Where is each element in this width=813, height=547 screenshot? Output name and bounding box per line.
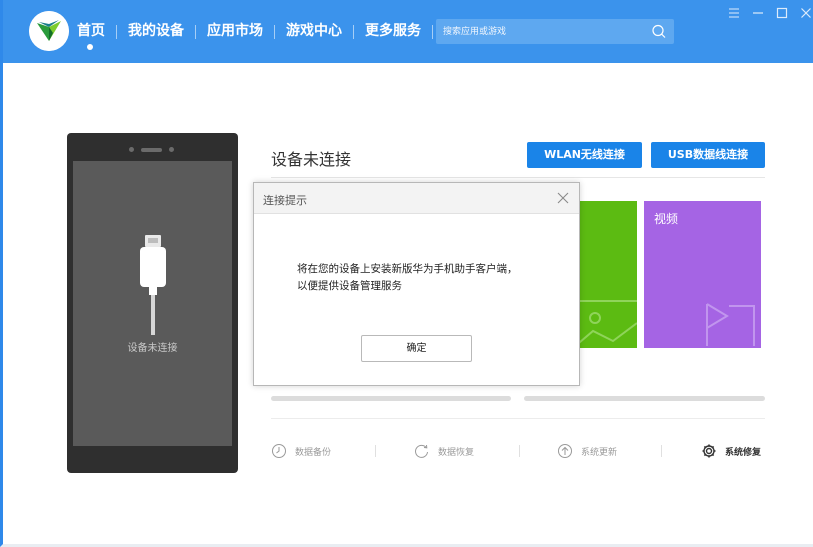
dialog-message-line: 以便提供设备管理服务 xyxy=(297,280,402,292)
restore-tool[interactable]: 数据恢复 xyxy=(414,442,474,460)
dialog-header: 连接提示 xyxy=(254,183,579,214)
arrow-up-circle-icon xyxy=(558,444,572,458)
nav-item-home[interactable]: 首页 xyxy=(77,0,116,63)
phone-illustration: 设备未连接 xyxy=(67,133,238,473)
placeholder-bar xyxy=(524,396,765,401)
search-input[interactable] xyxy=(436,19,646,44)
nav-separator xyxy=(432,24,433,39)
phone-screen: 设备未连接 xyxy=(73,161,232,446)
header-divider xyxy=(271,177,765,178)
video-icon xyxy=(706,303,755,346)
nav-item-app-market[interactable]: 应用市场 xyxy=(196,0,274,63)
nav-item-my-device[interactable]: 我的设备 xyxy=(117,0,195,63)
nav-item-label: 我的设备 xyxy=(128,23,184,39)
ok-button[interactable]: 确定 xyxy=(361,335,472,362)
top-bar: 首页 我的设备 应用市场 游戏中心 更多服务 xyxy=(3,0,813,63)
backup-tool[interactable]: 数据备份 xyxy=(271,442,331,460)
nav-item-game-center[interactable]: 游戏中心 xyxy=(275,0,353,63)
dialog-message-line: 将在您的设备上安装新版华为手机助手客户端， xyxy=(297,263,518,275)
tool-label: 系统更新 xyxy=(581,447,618,458)
dialog-close-icon[interactable] xyxy=(557,192,569,204)
refresh-icon xyxy=(415,444,428,458)
maximize-icon[interactable] xyxy=(775,6,789,20)
clock-icon xyxy=(272,444,286,458)
phone-speaker xyxy=(141,148,162,152)
connection-dialog: 连接提示 将在您的设备上安装新版华为手机助手客户端， 以便提供设备管理服务 确定 xyxy=(253,182,580,386)
dialog-title: 连接提示 xyxy=(263,194,307,207)
tool-label: 数据备份 xyxy=(295,447,332,458)
menu-icon[interactable] xyxy=(727,6,741,20)
usb-connect-button[interactable]: USB数据线连接 xyxy=(651,142,765,168)
nav-item-label: 更多服务 xyxy=(365,23,421,39)
phone-sensor xyxy=(169,147,174,152)
nav-item-label: 应用市场 xyxy=(207,23,263,39)
nav-item-label: 首页 xyxy=(77,23,105,39)
tool-separator xyxy=(519,445,520,457)
tools-divider xyxy=(271,418,765,419)
app-logo-icon[interactable] xyxy=(29,11,69,51)
nav-item-more-services[interactable]: 更多服务 xyxy=(354,0,432,63)
usb-cable-icon xyxy=(140,235,166,335)
app-window: 首页 我的设备 应用市场 游戏中心 更多服务 搜索应用或游戏 设备未连接 设备未… xyxy=(0,0,813,547)
search-box xyxy=(436,19,674,44)
phone-side-button xyxy=(235,212,238,223)
nav-item-label: 游戏中心 xyxy=(286,23,342,39)
wlan-connect-button[interactable]: WLAN无线连接 xyxy=(527,142,642,168)
gear-icon xyxy=(702,444,716,458)
tile-label: 视频 xyxy=(654,212,679,226)
search-icon[interactable] xyxy=(651,24,666,39)
active-indicator xyxy=(87,44,93,50)
placeholder-bar xyxy=(271,396,511,401)
tool-separator xyxy=(661,445,662,457)
device-status-title: 设备未连接 xyxy=(271,150,352,169)
tool-label: 数据恢复 xyxy=(438,447,475,458)
phone-camera xyxy=(129,147,134,152)
minimize-icon[interactable] xyxy=(751,6,765,20)
tool-label: 系统修复 xyxy=(725,447,762,458)
tool-separator xyxy=(375,445,376,457)
dialog-message: 将在您的设备上安装新版华为手机助手客户端， 以便提供设备管理服务 xyxy=(297,261,557,295)
main-nav: 首页 我的设备 应用市场 游戏中心 更多服务 xyxy=(77,0,433,63)
close-icon[interactable] xyxy=(799,6,813,20)
phone-side-button xyxy=(235,262,238,273)
phone-status-text: 设备未连接 xyxy=(127,343,178,354)
update-tool[interactable]: 系统更新 xyxy=(557,442,617,460)
tile-video[interactable]: 视频 xyxy=(644,201,761,348)
repair-tool[interactable]: 系统修复 xyxy=(701,442,761,460)
